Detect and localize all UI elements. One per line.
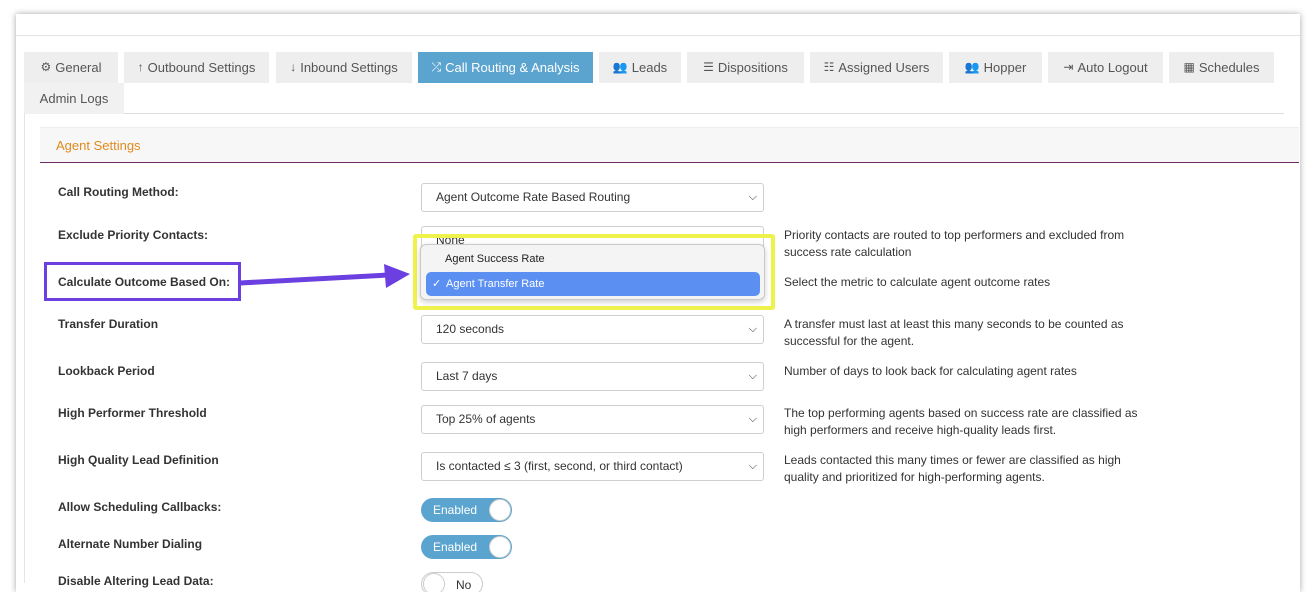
- tab-general[interactable]: ⚙ General: [24, 52, 118, 83]
- tab-call-routing-analysis[interactable]: ⤮ Call Routing & Analysis: [418, 52, 593, 83]
- list-icon: ☰: [703, 60, 714, 74]
- exclude-priority-help: Priority contacts are routed to top perf…: [784, 228, 1125, 259]
- panel-border: [24, 113, 25, 583]
- checkmark-icon: ✓: [432, 278, 442, 290]
- chevron-down-icon: ⌵: [748, 460, 757, 472]
- transfer-duration-select[interactable]: 120 seconds ⌵: [421, 315, 764, 344]
- tab-leads[interactable]: 👥 Leads: [599, 52, 681, 83]
- high-performer-help: The top performing agents based on succe…: [784, 406, 1138, 437]
- call-routing-method-label: Call Routing Method:: [58, 185, 179, 199]
- arrow-down-icon: ↓: [290, 60, 297, 74]
- users-icon: 👥: [612, 60, 628, 74]
- tab-outbound-settings[interactable]: ↑ Outbound Settings: [124, 52, 269, 83]
- toggle-knob: [489, 536, 511, 558]
- high-quality-lead-help: Leads contacted this many times or fewer…: [784, 453, 1121, 484]
- tabs-underline: [124, 113, 1284, 114]
- tab-schedules[interactable]: ▦ Schedules: [1169, 52, 1274, 83]
- ordered-list-icon: ☷: [823, 60, 835, 74]
- arrow-up-icon: ↑: [137, 60, 144, 74]
- top-divider: [16, 35, 1300, 36]
- arrow-annotation-icon: [239, 264, 410, 288]
- bottom-margin: [0, 592, 1315, 606]
- tab-admin-logs[interactable]: Admin Logs: [24, 83, 124, 114]
- tab-dispositions[interactable]: ☰ Dispositions: [687, 52, 804, 83]
- calendar-icon: ▦: [1183, 60, 1195, 74]
- exclude-priority-label: Exclude Priority Contacts:: [58, 228, 209, 242]
- high-performer-label: High Performer Threshold: [58, 406, 207, 420]
- section-title: Agent Settings: [56, 138, 141, 153]
- tab-inbound-settings[interactable]: ↓ Inbound Settings: [276, 52, 412, 83]
- sign-out-icon: ⇥: [1063, 60, 1074, 74]
- call-routing-method-select[interactable]: Agent Outcome Rate Based Routing ⌵: [421, 183, 764, 212]
- calculate-outcome-label: Calculate Outcome Based On:: [58, 275, 231, 289]
- section-header: [40, 127, 1299, 163]
- high-quality-lead-select[interactable]: Is contacted ≤ 3 (first, second, or thir…: [421, 452, 764, 481]
- chevron-down-icon: ⌵: [748, 191, 757, 203]
- high-performer-select[interactable]: Top 25% of agents ⌵: [421, 405, 764, 434]
- option-agent-transfer-rate[interactable]: ✓ Agent Transfer Rate: [426, 272, 760, 296]
- chevron-down-icon: ⌵: [748, 370, 757, 382]
- allow-callbacks-label: Allow Scheduling Callbacks:: [58, 500, 222, 514]
- chevron-down-icon: ⌵: [748, 413, 757, 425]
- chevron-down-icon: ⌵: [748, 323, 757, 335]
- allow-callbacks-toggle[interactable]: Enabled: [421, 498, 512, 522]
- tab-assigned-users[interactable]: ☷ Assigned Users: [810, 52, 943, 83]
- calculate-outcome-help: Select the metric to calculate agent out…: [784, 275, 1051, 289]
- shuffle-icon: ⤮: [431, 60, 442, 74]
- option-agent-success-rate[interactable]: Agent Success Rate: [445, 253, 545, 265]
- tab-auto-logout[interactable]: ⇥ Auto Logout: [1048, 52, 1163, 83]
- transfer-duration-label: Transfer Duration: [58, 317, 159, 331]
- lookback-period-help: Number of days to look back for calculat…: [784, 364, 1077, 378]
- alternate-dialing-label: Alternate Number Dialing: [58, 537, 203, 551]
- calculate-outcome-dropdown[interactable]: Agent Success Rate ✓ Agent Transfer Rate: [420, 244, 765, 300]
- toggle-knob: [489, 499, 511, 521]
- gears-icon: ⚙: [40, 60, 52, 74]
- lookback-period-select[interactable]: Last 7 days ⌵: [421, 362, 764, 391]
- alternate-dialing-toggle[interactable]: Enabled: [421, 535, 512, 559]
- high-quality-lead-label: High Quality Lead Definition: [58, 453, 219, 467]
- users-icon: 👥: [964, 60, 980, 74]
- lookback-period-label: Lookback Period: [58, 364, 155, 378]
- tab-hopper[interactable]: 👥 Hopper: [949, 52, 1042, 83]
- disable-altering-label: Disable Altering Lead Data:: [58, 574, 214, 588]
- transfer-duration-help: A transfer must last at least this many …: [784, 317, 1124, 348]
